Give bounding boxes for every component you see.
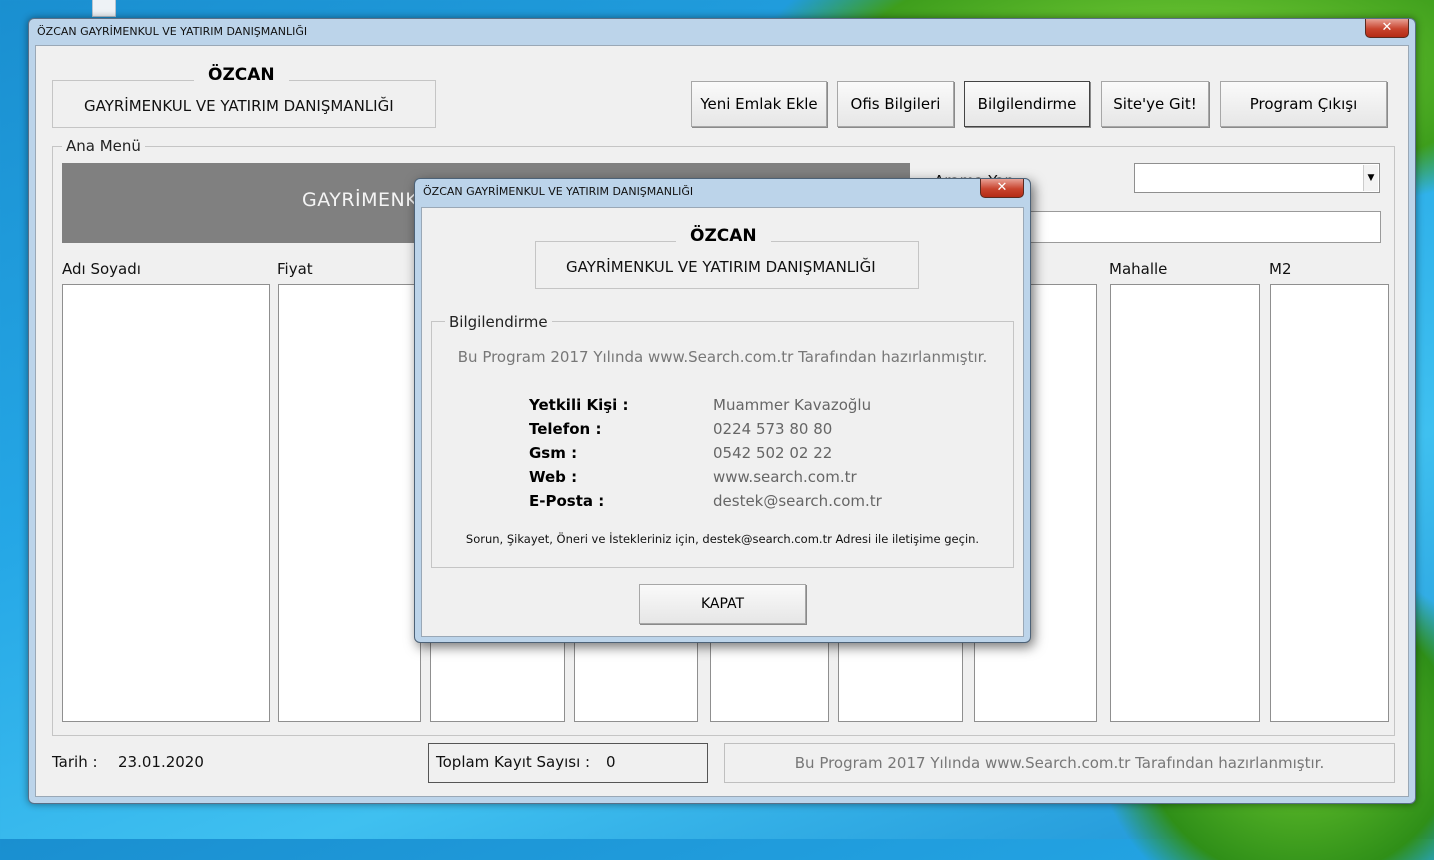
close-icon: ✕ (1381, 20, 1393, 35)
list-neighborhood[interactable] (1110, 284, 1260, 722)
total-records-label: Toplam Kayıt Sayısı : (436, 753, 591, 771)
window-close-button[interactable]: ✕ (1365, 19, 1409, 38)
program-info-box: Bu Program 2017 Yılında www.Search.com.t… (724, 743, 1395, 783)
info-dialog: ÖZCAN GAYRİMENKUL VE YATIRIM DANIŞMANLIĞ… (414, 178, 1031, 643)
web-label: Web : (529, 468, 578, 486)
list-price[interactable] (278, 284, 421, 722)
desktop-icon[interactable] (92, 0, 116, 17)
info-button[interactable]: Bilgilendirme (964, 81, 1090, 127)
kapat-button[interactable]: KAPAT (639, 584, 806, 624)
exit-program-button[interactable]: Program Çıkışı (1220, 81, 1387, 127)
column-label-m2: M2 (1269, 260, 1292, 278)
column-label-price: Fiyat (277, 260, 313, 278)
total-records-box: Toplam Kayıt Sayısı : 0 (428, 743, 708, 783)
program-info-text: Bu Program 2017 Yılında www.Search.com.t… (794, 754, 1325, 772)
date-value: 23.01.2020 (118, 753, 204, 771)
dialog-title: ÖZCAN GAYRİMENKUL VE YATIRIM DANIŞMANLIĞ… (423, 185, 694, 198)
list-name[interactable] (62, 284, 270, 722)
add-property-button[interactable]: Yeni Emlak Ekle (691, 81, 827, 127)
list-m2[interactable] (1270, 284, 1389, 722)
dialog-brand-title: ÖZCAN (676, 226, 771, 246)
main-menu-legend: Ana Menü (62, 137, 145, 155)
dialog-program-info: Bu Program 2017 Yılında www.Search.com.t… (457, 348, 988, 366)
contact-person-value: Muammer Kavazoğlu (713, 396, 872, 414)
date-label: Tarih : (52, 753, 98, 771)
brand-title: ÖZCAN (194, 65, 289, 85)
web-value: www.search.com.tr (713, 468, 857, 486)
chevron-down-icon[interactable]: ▼ (1363, 165, 1378, 191)
email-label: E-Posta : (529, 492, 605, 510)
contact-person-label: Yetkili Kişi : (529, 396, 629, 414)
phone-label: Telefon : (529, 420, 602, 438)
column-label-neighborhood: Mahalle (1109, 260, 1168, 278)
gsm-value: 0542 502 02 22 (713, 444, 833, 462)
search-input[interactable] (1026, 211, 1381, 243)
dialog-brand-subtitle: GAYRİMENKUL VE YATIRIM DANIŞMANLIĞI (566, 258, 876, 276)
dialog-client: ÖZCAN GAYRİMENKUL VE YATIRIM DANIŞMANLIĞ… (421, 207, 1024, 637)
email-value: destek@search.com.tr (713, 492, 882, 510)
phone-value: 0224 573 80 80 (713, 420, 833, 438)
dialog-info-legend: Bilgilendirme (445, 313, 552, 331)
dialog-contact-note: Sorun, Şikayet, Öneri ve İstekleriniz iç… (465, 532, 980, 546)
total-records-value: 0 (606, 753, 616, 771)
go-to-site-button[interactable]: Site'ye Git! (1101, 81, 1209, 127)
close-icon: ✕ (996, 180, 1008, 195)
window-title: ÖZCAN GAYRİMENKUL VE YATIRIM DANIŞMANLIĞ… (37, 25, 308, 38)
brand-subtitle: GAYRİMENKUL VE YATIRIM DANIŞMANLIĞI (84, 97, 394, 115)
dialog-close-button[interactable]: ✕ (980, 179, 1024, 198)
search-type-dropdown[interactable]: ▼ (1134, 163, 1380, 193)
gsm-label: Gsm : (529, 444, 578, 462)
office-info-button[interactable]: Ofis Bilgileri (837, 81, 954, 127)
column-label-name: Adı Soyadı (62, 260, 141, 278)
